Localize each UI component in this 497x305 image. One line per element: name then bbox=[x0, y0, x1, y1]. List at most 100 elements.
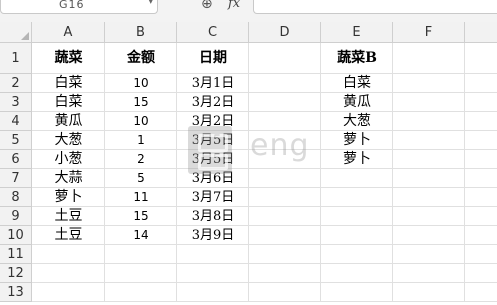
cell-amount[interactable]: 2 bbox=[105, 150, 177, 169]
name-box[interactable]: G16 ▾ bbox=[0, 0, 158, 14]
grid-cell[interactable] bbox=[249, 207, 321, 226]
formula-input[interactable] bbox=[253, 0, 497, 14]
row-header-11[interactable]: 11 bbox=[0, 245, 32, 264]
grid-cell[interactable] bbox=[321, 169, 393, 188]
row-header-4[interactable]: 4 bbox=[0, 112, 32, 131]
row-header-5[interactable]: 5 bbox=[0, 131, 32, 150]
cell-amount[interactable]: 15 bbox=[105, 93, 177, 112]
grid-cell[interactable] bbox=[32, 245, 105, 264]
grid-cell[interactable] bbox=[465, 43, 497, 74]
cell-amount[interactable]: 5 bbox=[105, 169, 177, 188]
grid-cell[interactable] bbox=[393, 207, 465, 226]
grid-cell[interactable] bbox=[393, 245, 465, 264]
column-header-f[interactable]: F bbox=[393, 22, 465, 43]
grid-cell[interactable] bbox=[249, 245, 321, 264]
grid-cell[interactable] bbox=[249, 74, 321, 93]
cell-amount[interactable]: 10 bbox=[105, 112, 177, 131]
grid-cell[interactable] bbox=[465, 131, 497, 150]
zoom-icon[interactable]: ⊕ bbox=[201, 0, 213, 12]
grid-cell[interactable] bbox=[465, 207, 497, 226]
cell-veg-b[interactable]: 萝卜 bbox=[321, 131, 393, 150]
cell-veg[interactable]: 萝卜 bbox=[32, 188, 105, 207]
cell-date[interactable]: 3月2日 bbox=[177, 112, 249, 131]
cell-date[interactable]: 3月1日 bbox=[177, 74, 249, 93]
grid-cell[interactable] bbox=[321, 283, 393, 302]
cell-veg[interactable]: 大蒜 bbox=[32, 169, 105, 188]
grid-cell[interactable] bbox=[249, 264, 321, 283]
grid-cell[interactable] bbox=[32, 283, 105, 302]
select-all-corner[interactable] bbox=[0, 22, 32, 43]
cell-veg[interactable]: 大葱 bbox=[32, 131, 105, 150]
grid-cell[interactable] bbox=[393, 150, 465, 169]
grid-cell[interactable] bbox=[393, 226, 465, 245]
row-header-9[interactable]: 9 bbox=[0, 207, 32, 226]
grid-cell[interactable] bbox=[321, 264, 393, 283]
grid-cell[interactable] bbox=[249, 93, 321, 112]
grid-cell[interactable] bbox=[249, 226, 321, 245]
grid-cell[interactable] bbox=[321, 245, 393, 264]
cell-amount[interactable]: 11 bbox=[105, 188, 177, 207]
row-header-12[interactable]: 12 bbox=[0, 264, 32, 283]
grid-cell[interactable] bbox=[249, 43, 321, 74]
row-header-7[interactable]: 7 bbox=[0, 169, 32, 188]
cell-veg-b[interactable]: 白菜 bbox=[321, 74, 393, 93]
row-header-3[interactable]: 3 bbox=[0, 93, 32, 112]
cell-veg-b[interactable]: 黄瓜 bbox=[321, 93, 393, 112]
cell-amount[interactable]: 10 bbox=[105, 74, 177, 93]
grid-cell[interactable] bbox=[249, 188, 321, 207]
grid-cell[interactable] bbox=[393, 169, 465, 188]
grid-cell[interactable] bbox=[465, 264, 497, 283]
grid-cell[interactable] bbox=[465, 169, 497, 188]
grid-cell[interactable] bbox=[465, 188, 497, 207]
cell-veg-b[interactable]: 大葱 bbox=[321, 112, 393, 131]
cell-amount[interactable]: 1 bbox=[105, 131, 177, 150]
cell-veg[interactable]: 土豆 bbox=[32, 226, 105, 245]
grid-cell[interactable] bbox=[105, 245, 177, 264]
row-header-2[interactable]: 2 bbox=[0, 74, 32, 93]
grid-cell[interactable] bbox=[465, 112, 497, 131]
grid-cell[interactable] bbox=[465, 150, 497, 169]
column-header-b[interactable]: B bbox=[105, 22, 177, 43]
grid-cell[interactable] bbox=[393, 43, 465, 74]
grid-cell[interactable] bbox=[393, 93, 465, 112]
grid-cell[interactable] bbox=[321, 188, 393, 207]
cell-date[interactable]: 3月7日 bbox=[177, 188, 249, 207]
column-header-d[interactable]: D bbox=[249, 22, 321, 43]
cell-veg[interactable]: 白菜 bbox=[32, 93, 105, 112]
cell-date[interactable]: 3月8日 bbox=[177, 207, 249, 226]
grid-cell[interactable] bbox=[177, 283, 249, 302]
grid-cell[interactable] bbox=[393, 74, 465, 93]
cell-c1-header[interactable]: 日期 bbox=[177, 43, 249, 74]
grid-cell[interactable] bbox=[465, 226, 497, 245]
grid-cell[interactable] bbox=[177, 264, 249, 283]
column-header-g[interactable] bbox=[465, 22, 497, 43]
grid-cell[interactable] bbox=[249, 131, 321, 150]
cell-veg-b[interactable]: 萝卜 bbox=[321, 150, 393, 169]
grid-cell[interactable] bbox=[465, 245, 497, 264]
cell-amount[interactable]: 14 bbox=[105, 226, 177, 245]
cell-date[interactable]: 3月6日 bbox=[177, 169, 249, 188]
grid-cell[interactable] bbox=[249, 112, 321, 131]
grid-cell[interactable] bbox=[465, 283, 497, 302]
grid-cell[interactable] bbox=[105, 264, 177, 283]
grid-cell[interactable] bbox=[249, 169, 321, 188]
cell-date[interactable]: 3月5日 bbox=[177, 150, 249, 169]
grid-cell[interactable] bbox=[393, 188, 465, 207]
cell-date[interactable]: 3月5日 bbox=[177, 131, 249, 150]
grid-cell[interactable] bbox=[32, 264, 105, 283]
row-header-1[interactable]: 1 bbox=[0, 43, 32, 74]
row-header-8[interactable]: 8 bbox=[0, 188, 32, 207]
cell-veg[interactable]: 土豆 bbox=[32, 207, 105, 226]
column-header-a[interactable]: A bbox=[32, 22, 105, 43]
cell-b1-header[interactable]: 金额 bbox=[105, 43, 177, 74]
row-header-13[interactable]: 13 bbox=[0, 283, 32, 302]
grid-cell[interactable] bbox=[105, 283, 177, 302]
cell-veg[interactable]: 白菜 bbox=[32, 74, 105, 93]
grid-cell[interactable] bbox=[393, 283, 465, 302]
grid-cell[interactable] bbox=[393, 131, 465, 150]
cell-amount[interactable]: 15 bbox=[105, 207, 177, 226]
column-header-e[interactable]: E bbox=[321, 22, 393, 43]
grid-cell[interactable] bbox=[249, 283, 321, 302]
fx-icon[interactable]: fx bbox=[228, 0, 240, 11]
row-header-10[interactable]: 10 bbox=[0, 226, 32, 245]
